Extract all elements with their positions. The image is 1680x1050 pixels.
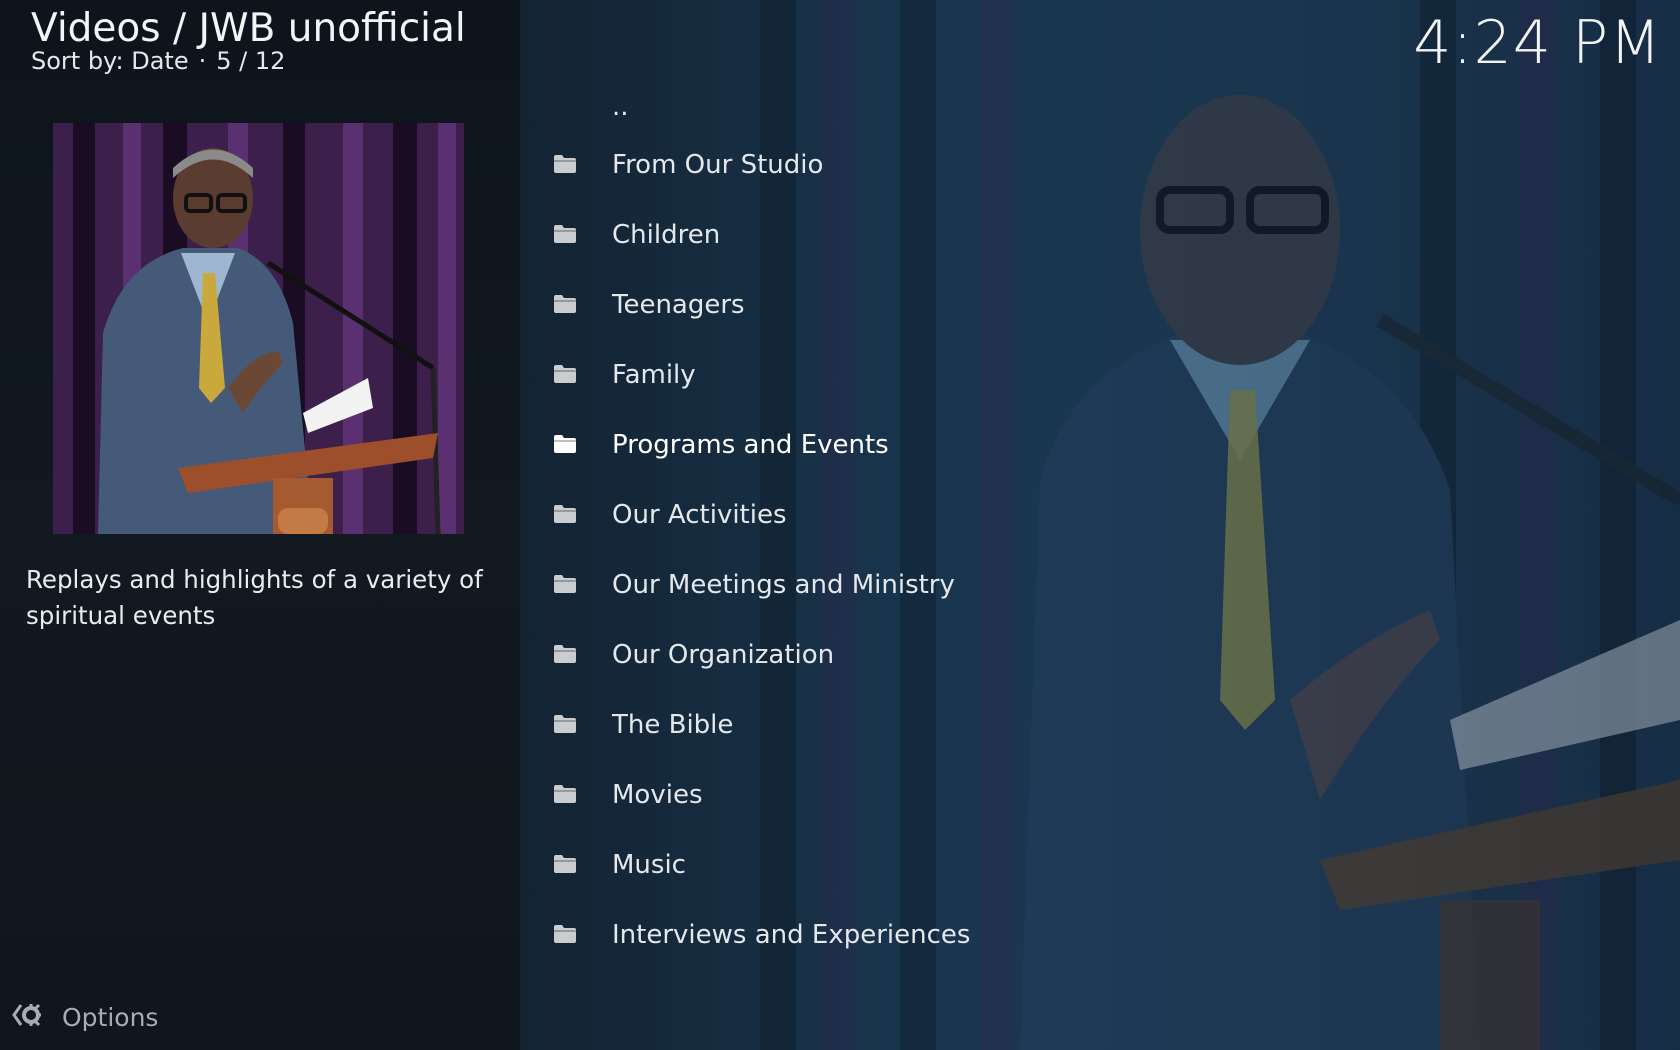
list-item-label: Our Organization [612, 640, 835, 670]
folder-icon [554, 155, 576, 173]
parent-folder-label: .. [612, 92, 629, 122]
list-item[interactable]: Children [540, 200, 1140, 270]
folder-icon [554, 715, 576, 733]
folder-icon [554, 295, 576, 313]
item-position: 5 / 12 [216, 47, 286, 75]
options-button[interactable]: Options [12, 1000, 158, 1034]
parent-folder-item[interactable]: .. [540, 88, 1140, 130]
list-item-label: Children [612, 220, 721, 250]
list-item-label: Music [612, 850, 686, 880]
list-item[interactable]: The Bible [540, 690, 1140, 760]
list-item-label: The Bible [612, 710, 734, 740]
options-gear-icon [12, 1000, 42, 1034]
options-label: Options [62, 1002, 159, 1032]
folder-icon [554, 645, 576, 663]
list-item-label: Our Meetings and Ministry [612, 570, 955, 600]
folder-icon [554, 365, 576, 383]
list-item[interactable]: Family [540, 340, 1140, 410]
plot-description: Replays and highlights of a variety of s… [26, 565, 483, 630]
list-item-label: Interviews and Experiences [612, 920, 971, 950]
sort-label[interactable]: Sort by: Date [31, 47, 189, 75]
folder-icon [554, 575, 576, 593]
list-item-label: Programs and Events [612, 430, 889, 460]
list-item-label: Movies [612, 780, 703, 810]
list-item[interactable]: Our Meetings and Ministry [540, 550, 1140, 620]
list-item-label: From Our Studio [612, 150, 824, 180]
poster-thumbnail [53, 123, 464, 534]
list-item-label: Our Activities [612, 500, 787, 530]
page-title: Videos / JWB unofficial [31, 6, 466, 51]
list-item[interactable]: Programs and Events [540, 410, 1140, 480]
folder-icon [554, 435, 576, 453]
folder-icon [554, 225, 576, 243]
clock: 4:24 PM [1413, 8, 1662, 78]
list-item-label: Family [612, 360, 696, 390]
list-item[interactable]: From Our Studio [540, 130, 1140, 200]
sort-info: Sort by: Date · 5 / 12 [31, 47, 285, 75]
list-item[interactable]: Interviews and Experiences [540, 900, 1140, 970]
list-item[interactable]: Teenagers [540, 270, 1140, 340]
separator: · [198, 47, 207, 75]
list-item[interactable]: Our Activities [540, 480, 1140, 550]
folder-icon [554, 855, 576, 873]
list-item[interactable]: Music [540, 830, 1140, 900]
file-list: .. From Our Studio Children Teenagers Famil… [540, 88, 1140, 970]
folder-icon [554, 505, 576, 523]
list-item[interactable]: Movies [540, 760, 1140, 830]
list-item-label: Teenagers [612, 290, 745, 320]
list-item[interactable]: Our Organization [540, 620, 1140, 690]
folder-icon [554, 925, 576, 943]
folder-icon [554, 785, 576, 803]
